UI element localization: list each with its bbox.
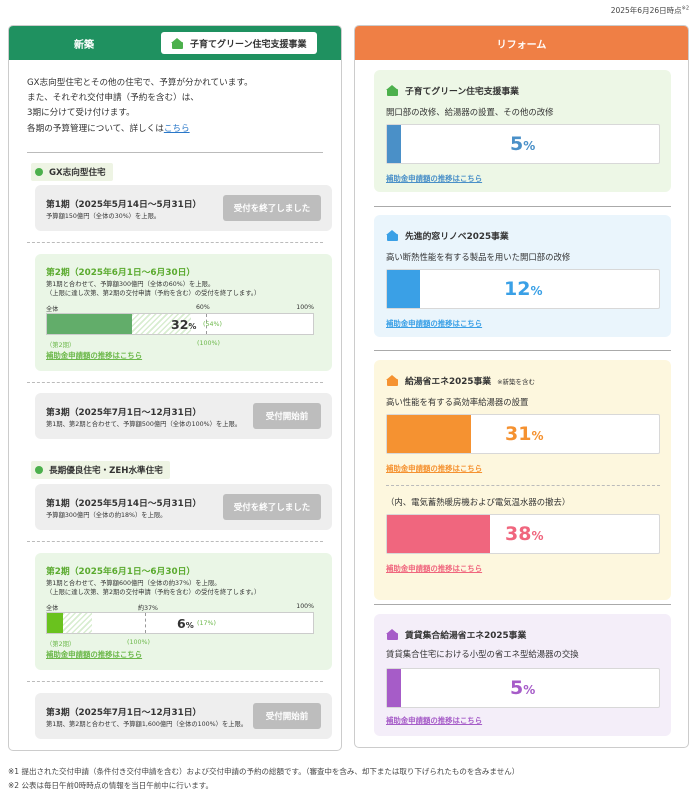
progress-bar: 38% bbox=[386, 514, 660, 554]
divider bbox=[374, 604, 671, 605]
progress-value: 6% bbox=[177, 616, 194, 631]
details-link[interactable]: こちら bbox=[164, 124, 190, 134]
divider bbox=[27, 382, 323, 383]
gx-progress-bar: 32% (54%) bbox=[46, 313, 314, 335]
progress-bar: 5% bbox=[386, 124, 660, 164]
gx-period-1: 第1期（2025年5月14日～5月31日） 予算額150億円（全体の30%）を上… bbox=[35, 185, 332, 231]
progress-fill bbox=[47, 613, 63, 633]
kosodate-green-tab[interactable]: 子育てグリーン住宅支援事業 bbox=[161, 32, 317, 54]
reform-window-renovation: 先進的窓リノベ2025事業 高い断熱性能を有する製品を用いた開口部の改修 12%… bbox=[374, 215, 671, 337]
progress-value: 38% bbox=[505, 523, 544, 545]
new-build-panel: 新築 子育てグリーン住宅支援事業 GX志向型住宅とその他の住宅で、予算が分かれて… bbox=[8, 25, 342, 751]
not-started-button[interactable]: 受付開始前 bbox=[253, 703, 321, 729]
lq-progress-bar: 6% (17%) bbox=[46, 612, 314, 634]
divider bbox=[27, 242, 323, 243]
reform-water-heater-removal: （内、電気蓄熱暖房機および電気温水器の撤去） 38% 補助金申請額の推移はこちら bbox=[374, 486, 671, 596]
progress-bar: 31% bbox=[386, 414, 660, 454]
application-trend-link[interactable]: 補助金申請額の推移はこちら bbox=[386, 563, 482, 574]
lq-period-1: 第1期（2025年5月14日～5月31日） 予算額300億円（全体の約18%）を… bbox=[35, 484, 332, 530]
new-build-header: 新築 子育てグリーン住宅支援事業 bbox=[9, 26, 341, 60]
category-gx: GX志向型住宅 bbox=[31, 163, 113, 181]
not-started-button[interactable]: 受付開始前 bbox=[253, 403, 321, 429]
divider bbox=[27, 541, 323, 542]
gx-period-3: 第3期（2025年7月1日～12月31日） 第1期、第2期と合わせて、予算額50… bbox=[35, 393, 332, 439]
progress-bar: 12% bbox=[386, 269, 660, 309]
application-trend-link[interactable]: 補助金申請額の推移はこちら bbox=[386, 715, 482, 726]
application-trend-link[interactable]: 補助金申請額の推移はこちら bbox=[386, 463, 482, 474]
house-icon bbox=[386, 85, 399, 96]
house-icon bbox=[386, 375, 399, 386]
reform-kosodate-green: 子育てグリーン住宅支援事業 開口部の改修、給湯器の設置、その他の改修 5% 補助… bbox=[374, 70, 671, 192]
progress-fill bbox=[387, 669, 401, 707]
progress-value: 5% bbox=[510, 677, 536, 699]
reform-title: リフォーム bbox=[496, 39, 547, 51]
divider bbox=[27, 681, 323, 682]
divider bbox=[27, 152, 323, 153]
lq-period-3: 第3期（2025年7月1日～12月31日） 第1期、第2期と合わせて、予算額1,… bbox=[35, 693, 332, 739]
category-long-quality: 長期優良住宅・ZEH水準住宅 bbox=[31, 461, 170, 479]
progress-fill bbox=[387, 415, 472, 453]
progress-value: 5% bbox=[510, 133, 536, 155]
limit-value: (17%) bbox=[197, 620, 216, 627]
new-build-title: 新築 bbox=[74, 39, 94, 51]
closed-button[interactable]: 受付を終了しました bbox=[223, 195, 321, 221]
lq-period-2: 第2期（2025年6月1日～6月30日） 第1期と合わせて、予算額600億円（全… bbox=[35, 553, 332, 670]
reform-rental-water-heater: 賃貸集合給湯省エネ2025事業 賃貸集合住宅における小型の省エネ型給湯器の交換 … bbox=[374, 614, 671, 736]
progress-value: 32% bbox=[171, 317, 197, 332]
progress-value: 31% bbox=[505, 423, 544, 445]
reform-header: リフォーム bbox=[355, 26, 688, 60]
closed-button[interactable]: 受付を終了しました bbox=[223, 494, 321, 520]
progress-fill bbox=[387, 125, 401, 163]
progress-fill bbox=[387, 270, 420, 308]
period-marker bbox=[145, 613, 147, 633]
application-trend-link[interactable]: 補助金申請額の推移はこちら bbox=[386, 318, 482, 329]
progress-fill bbox=[47, 314, 133, 334]
application-trend-link[interactable]: 補助金申請額の推移はこちら bbox=[386, 173, 482, 184]
limit-hatch bbox=[62, 613, 93, 633]
footnotes: ※1 提出された交付申請（条件付き交付申請を含む）および交付申請の予約の総額です… bbox=[8, 767, 520, 790]
limit-value: (54%) bbox=[203, 321, 222, 328]
application-trend-link[interactable]: 補助金申請額の推移はこちら bbox=[46, 649, 142, 660]
gx-period-2: 第2期（2025年6月1日～6月30日） 第1期と合わせて、予算額300億円（全… bbox=[35, 254, 332, 371]
divider bbox=[374, 206, 671, 207]
divider bbox=[374, 350, 671, 351]
intro-text: GX志向型住宅とその他の住宅で、予算が分かれています。 また、それぞれ交付申請（… bbox=[27, 78, 253, 134]
progress-fill bbox=[387, 515, 491, 553]
house-icon bbox=[386, 629, 399, 640]
house-icon bbox=[386, 230, 399, 241]
house-icon bbox=[171, 37, 184, 49]
progress-value: 12% bbox=[504, 278, 543, 300]
as-of-date: 2025年6月26日時点※2 bbox=[610, 5, 689, 16]
application-trend-link[interactable]: 補助金申請額の推移はこちら bbox=[46, 350, 142, 361]
progress-bar: 5% bbox=[386, 668, 660, 708]
reform-panel: リフォーム 子育てグリーン住宅支援事業 開口部の改修、給湯器の設置、その他の改修… bbox=[354, 25, 689, 748]
